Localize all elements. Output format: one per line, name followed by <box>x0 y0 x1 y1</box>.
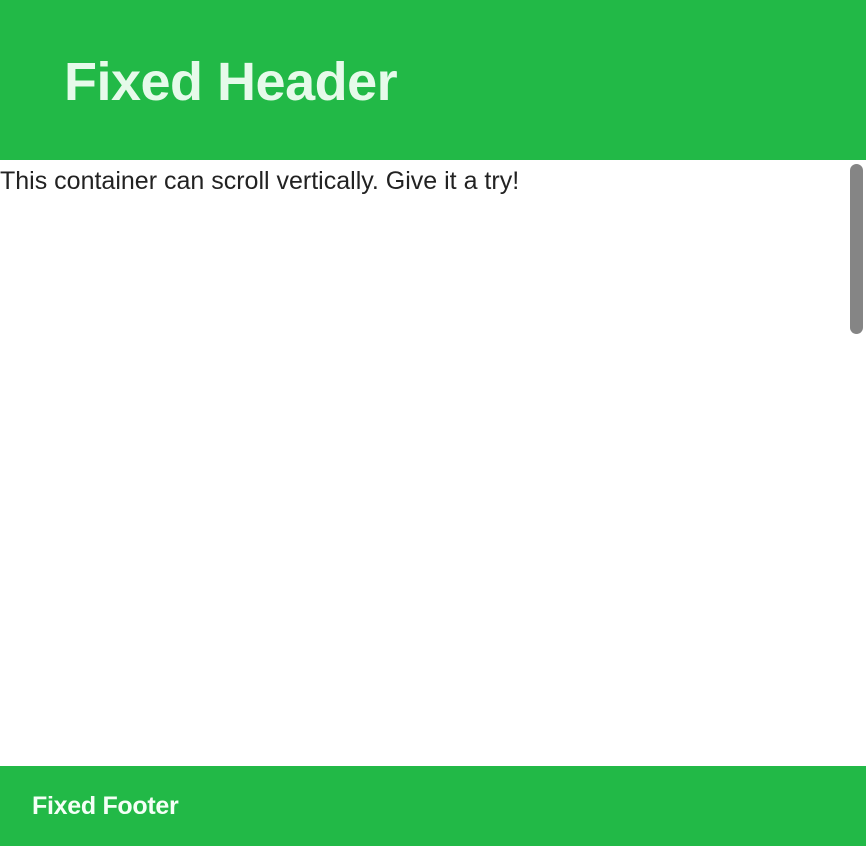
fixed-footer: Fixed Footer <box>0 766 866 846</box>
fixed-header: Fixed Header <box>0 0 866 160</box>
header-title: Fixed Header <box>64 52 398 112</box>
footer-title: Fixed Footer <box>32 791 179 820</box>
scroll-container[interactable]: This container can scroll vertically. Gi… <box>0 160 866 766</box>
scrollbar-thumb[interactable] <box>850 164 863 334</box>
page: Fixed Header This container can scroll v… <box>0 0 866 846</box>
vertical-scrollbar[interactable] <box>844 160 866 766</box>
scroll-content-text: This container can scroll vertically. Gi… <box>0 167 520 195</box>
